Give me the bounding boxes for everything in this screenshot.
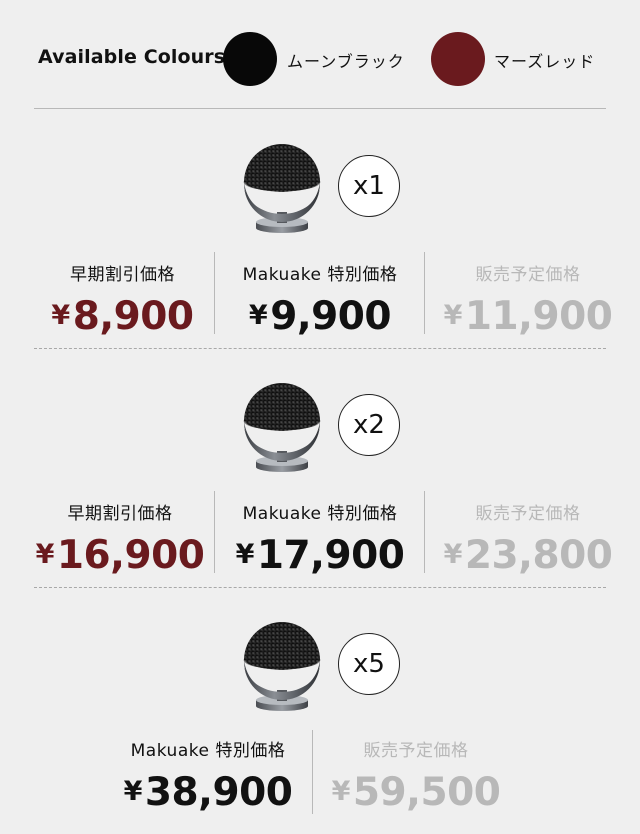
colour-options: Available Colours ムーンブラック マーズレッド <box>0 0 640 110</box>
price-value: ¥59,500 <box>318 770 514 815</box>
currency-symbol: ¥ <box>51 300 70 331</box>
colour-name-red: マーズレッド <box>494 52 596 71</box>
currency-symbol: ¥ <box>235 539 255 570</box>
early-bird-price: 早期割引価格 ¥8,900 <box>40 260 205 339</box>
colour-swatch-red[interactable] <box>431 32 485 86</box>
speaker-product-image <box>243 621 321 712</box>
pricing-tier: x2 早期割引価格 ¥16,900 Makuake 特別価格 ¥17,900 販… <box>0 349 640 588</box>
currency-symbol: ¥ <box>248 300 268 331</box>
makuake-special-price: Makuake 特別価格 ¥38,900 <box>110 736 306 815</box>
price-amount: 8,900 <box>72 294 194 339</box>
price-amount: 23,800 <box>464 533 613 578</box>
price-amount: 9,900 <box>270 294 392 339</box>
price-amount: 17,900 <box>256 533 405 578</box>
price-value: ¥11,900 <box>428 294 628 339</box>
planned-retail-price: 販売予定価格 ¥11,900 <box>428 260 628 339</box>
planned-retail-price: 販売予定価格 ¥59,500 <box>318 736 514 815</box>
price-value: ¥9,900 <box>218 294 422 339</box>
pricing-tier: x5 Makuake 特別価格 ¥38,900 販売予定価格 ¥59,500 <box>0 588 640 834</box>
speaker-product-image <box>243 143 321 234</box>
price-value: ¥16,900 <box>30 533 210 578</box>
colour-name-black: ムーンブラック <box>287 52 405 71</box>
pricing-tier: x1 早期割引価格 ¥8,900 Makuake 特別価格 ¥9,900 販売予… <box>0 110 640 349</box>
price-label: Makuake 特別価格 <box>242 504 398 524</box>
currency-symbol: ¥ <box>443 539 463 570</box>
price-label: 早期割引価格 <box>70 265 175 285</box>
quantity-badge: x1 <box>338 155 400 217</box>
price-label: 販売予定価格 <box>363 741 469 761</box>
planned-retail-price: 販売予定価格 ¥23,800 <box>428 499 628 578</box>
pricing-page: Available Colours ムーンブラック マーズレッド x1 早期割引… <box>0 0 640 834</box>
early-bird-price: 早期割引価格 ¥16,900 <box>30 499 210 578</box>
column-separator <box>312 730 313 814</box>
price-amount: 59,500 <box>352 770 501 815</box>
price-value: ¥8,900 <box>40 294 205 339</box>
colour-swatch-black[interactable] <box>223 32 277 86</box>
makuake-special-price: Makuake 特別価格 ¥9,900 <box>218 260 422 339</box>
price-label: Makuake 特別価格 <box>242 265 398 285</box>
quantity-badge: x2 <box>338 394 400 456</box>
makuake-special-price: Makuake 特別価格 ¥17,900 <box>218 499 422 578</box>
price-value: ¥23,800 <box>428 533 628 578</box>
price-value: ¥17,900 <box>218 533 422 578</box>
price-label: 販売予定価格 <box>475 265 581 285</box>
price-amount: 16,900 <box>56 533 205 578</box>
price-label: 早期割引価格 <box>67 504 173 524</box>
colours-label: Available Colours <box>38 46 226 68</box>
currency-symbol: ¥ <box>443 300 463 331</box>
speaker-product-image <box>243 382 321 473</box>
quantity-badge: x5 <box>338 633 400 695</box>
price-label: 販売予定価格 <box>475 504 581 524</box>
currency-symbol: ¥ <box>123 776 143 807</box>
column-separator <box>214 252 215 334</box>
price-amount: 38,900 <box>144 770 293 815</box>
price-value: ¥38,900 <box>110 770 306 815</box>
price-label: Makuake 特別価格 <box>130 741 286 761</box>
currency-symbol: ¥ <box>331 776 351 807</box>
currency-symbol: ¥ <box>35 539 55 570</box>
header-divider <box>34 108 606 109</box>
column-separator <box>424 491 425 573</box>
column-separator <box>214 491 215 573</box>
column-separator <box>424 252 425 334</box>
price-amount: 11,900 <box>464 294 613 339</box>
